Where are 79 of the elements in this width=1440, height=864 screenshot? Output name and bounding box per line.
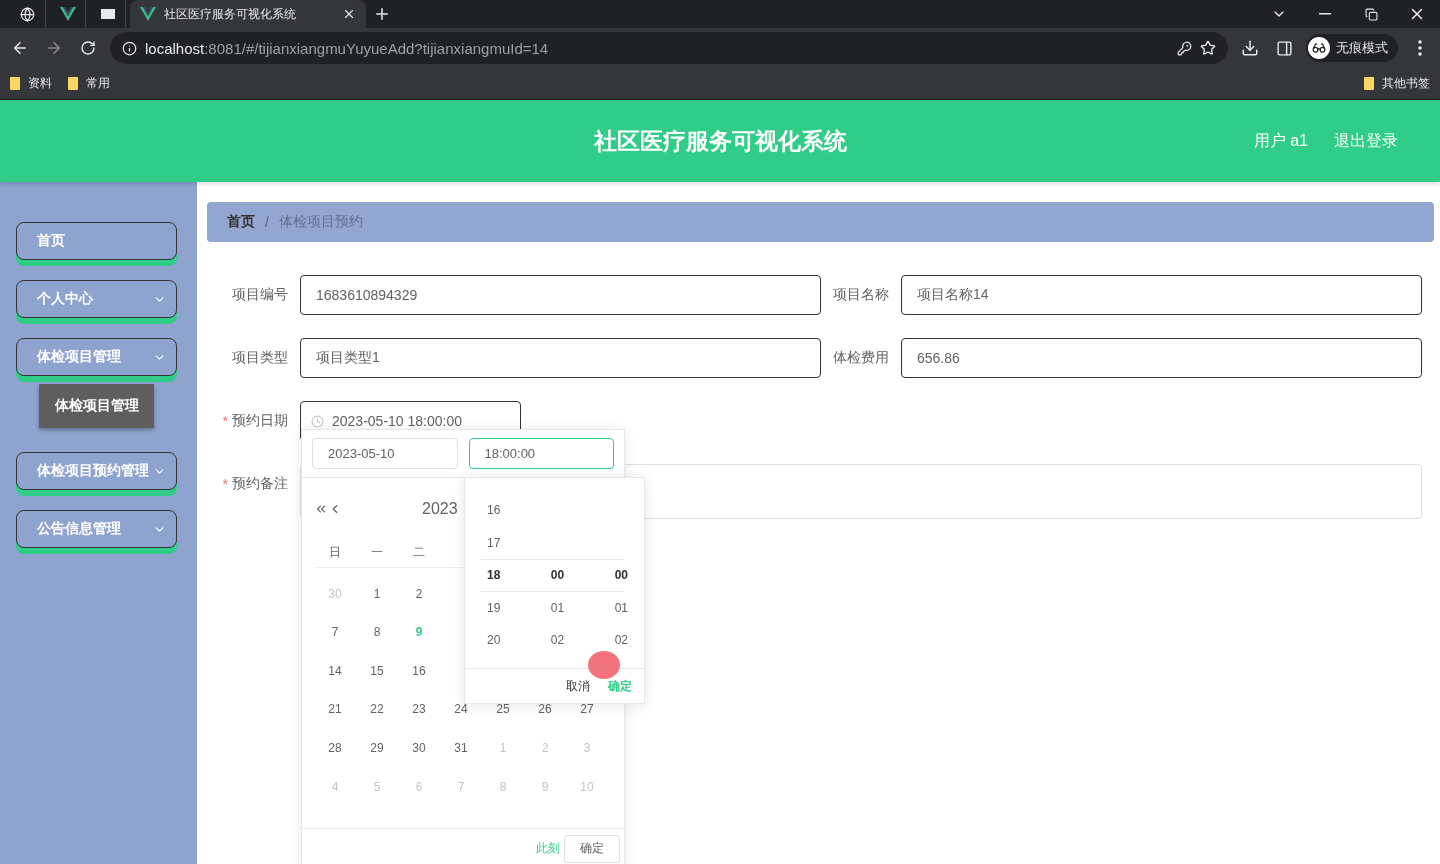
field-label: 项目编号 [231, 285, 289, 304]
cancel-button[interactable]: 取消 [566, 677, 590, 695]
weekday-label: 二 [398, 538, 440, 568]
restore-icon [1364, 7, 1378, 21]
submenu-item[interactable]: 体检项目管理 [39, 384, 154, 428]
text-field[interactable]: 1683610894329 [300, 275, 821, 315]
time-option[interactable]: 00 [614, 559, 628, 592]
app-title: 社区医疗服务可视化系统 [593, 126, 847, 156]
calendar-day[interactable]: 1 [356, 580, 398, 607]
calendar-day[interactable]: 29 [356, 734, 398, 761]
minimize-icon [1319, 13, 1331, 15]
time-option[interactable]: 02 [614, 624, 628, 657]
text-field[interactable]: 656.86 [901, 338, 1422, 378]
time-option[interactable]: 00 [550, 559, 565, 592]
bookmark-folder[interactable]: 资料 [10, 75, 52, 92]
clock-icon [311, 414, 324, 428]
forward-arrow-icon [45, 39, 63, 57]
calendar-day[interactable]: 7 [314, 619, 356, 646]
time-option[interactable]: 20 [487, 624, 501, 657]
url-text: localhost:8081/#/tijianxiangmuYuyueAdd?tijianxiangmuId=14 [145, 39, 550, 57]
calendar-day[interactable]: 15 [356, 657, 398, 684]
calendar-day[interactable]: 23 [398, 696, 440, 723]
browser-tab[interactable]: 社区医疗服务可视化系统 [130, 0, 366, 28]
more-icon [1418, 40, 1422, 56]
date-field[interactable]: 2023-05-10 [312, 438, 458, 469]
close-icon[interactable] [342, 7, 356, 21]
double-chevron-icon [314, 502, 328, 516]
vue-logo-icon [59, 7, 76, 21]
calendar-day[interactable]: 16 [398, 657, 440, 684]
calendar-day[interactable]: 30 [398, 734, 440, 761]
time-option[interactable]: 17 [487, 526, 501, 559]
profile-button[interactable]: 无痕模式 [1306, 34, 1398, 62]
breadcrumb-separator: / [265, 214, 269, 230]
time-option[interactable]: 16 [487, 494, 501, 527]
tab-title: 社区医疗服务可视化系统 [164, 5, 297, 23]
calendar-day[interactable]: 14 [314, 657, 356, 684]
bookmark-folder[interactable]: 常用 [68, 75, 110, 92]
download-icon [1241, 39, 1259, 57]
globe-icon [20, 6, 35, 22]
time-option[interactable]: 19 [487, 591, 501, 624]
click-indicator [588, 651, 620, 679]
field-label: 项目类型 [231, 348, 289, 367]
calendar-day[interactable]: 8 [356, 619, 398, 646]
calendar-year: 2023 [422, 500, 458, 518]
window-icon [99, 8, 116, 20]
field-label: * 预约日期 [221, 411, 289, 431]
prev-year-button[interactable] [314, 502, 328, 516]
vue-logo-icon [140, 7, 156, 21]
time-option[interactable]: 18 [487, 559, 501, 592]
glasses-icon [1308, 37, 1330, 59]
field-label: * 预约备注 [221, 474, 289, 494]
address-bar[interactable]: localhost:8081/#/tijianxiangmuYuyueAdd?tijianxiangmuId=14 [110, 32, 1228, 64]
text-field[interactable]: 项目名称14 [901, 275, 1422, 315]
info-icon [122, 40, 137, 56]
plus-icon [373, 5, 391, 23]
calendar-day[interactable]: 21 [314, 696, 356, 723]
calendar-day[interactable]: 24 [440, 696, 482, 723]
reload-icon [80, 40, 96, 56]
text-field[interactable]: 项目类型1 [300, 338, 821, 378]
side-panel-icon [1275, 39, 1293, 57]
calendar-day[interactable]: 31 [440, 734, 482, 761]
weekday-label: 一 [356, 538, 398, 568]
weekday-label: 日 [314, 538, 356, 568]
field-label: 体检费用 [832, 348, 890, 367]
key-icon[interactable] [1177, 40, 1192, 56]
breadcrumb-item[interactable]: 首页 [227, 213, 255, 231]
time-field[interactable]: 18:00:00 [468, 438, 614, 469]
time-option[interactable]: 01 [550, 591, 565, 624]
field-label: 项目名称 [832, 285, 890, 304]
time-option[interactable]: 02 [550, 624, 565, 657]
calendar-day[interactable]: 22 [356, 696, 398, 723]
confirm-button[interactable]: 确定 [564, 834, 620, 863]
breadcrumb-item: 体检项目预约 [278, 213, 363, 231]
bookmark-folder[interactable]: 其他书签 [1364, 75, 1430, 92]
time-option[interactable]: 01 [614, 591, 628, 624]
calendar-day[interactable]: 2 [398, 580, 440, 607]
calendar-day[interactable]: 28 [314, 734, 356, 761]
star-icon[interactable] [1200, 40, 1216, 56]
textarea-field[interactable] [300, 464, 1422, 519]
